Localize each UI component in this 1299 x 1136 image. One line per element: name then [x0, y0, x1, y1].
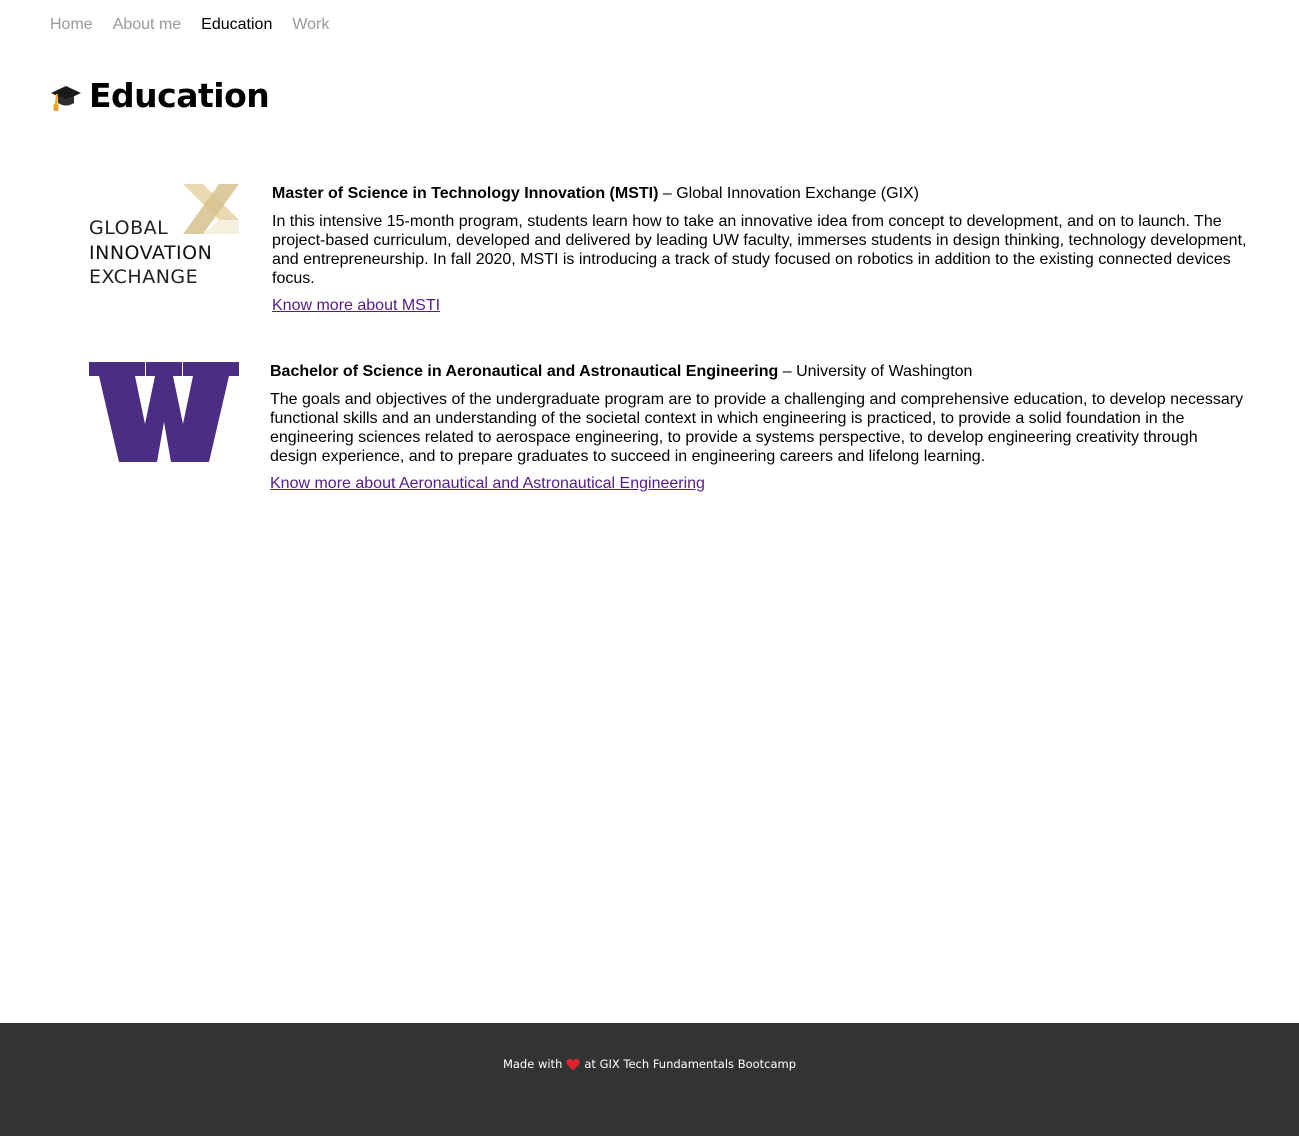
- degree-title: Master of Science in Technology Innovati…: [272, 185, 659, 202]
- separator: –: [778, 363, 797, 380]
- education-content-gix: Master of Science in Technology Innovati…: [272, 184, 1249, 315]
- degree-title: Bachelor of Science in Aeronautical and …: [270, 363, 779, 380]
- footer-text-after: at GIX Tech Fundamentals Bootcamp: [584, 1057, 797, 1071]
- page-title: Education: [89, 76, 270, 115]
- separator: –: [658, 185, 677, 202]
- uw-w-logo: [89, 362, 239, 466]
- nav-about-me[interactable]: About me: [113, 14, 181, 36]
- footer-text: Made with at GIX Tech Fundamentals Bootc…: [0, 1057, 1299, 1071]
- institution-name: Global Innovation Exchange (GIX): [676, 185, 920, 202]
- degree-description: The goals and objectives of the undergra…: [270, 391, 1244, 465]
- gix-logo-text-1: GLOBAL: [89, 217, 168, 239]
- gix-logo-text-2: INNOVATION: [89, 242, 212, 264]
- education-content-uw: Bachelor of Science in Aeronautical and …: [270, 362, 1249, 493]
- top-nav: Home About me Education Work: [50, 14, 329, 36]
- degree-description: In this intensive 15-month program, stud…: [272, 213, 1247, 287]
- footer-text-before: Made with: [502, 1057, 563, 1071]
- gix-logo: GLOBAL INNOVATION EXCHANGE: [89, 184, 239, 288]
- know-more-aa-link[interactable]: Know more about Aeronautical and Astrona…: [270, 475, 705, 492]
- graduation-cap-icon: [50, 78, 82, 114]
- gix-logo-text-3: EXCHANGE: [89, 266, 198, 288]
- page: Home About me Education Work Education G…: [0, 0, 1299, 1136]
- degree-line: Master of Science in Technology Innovati…: [272, 184, 1249, 204]
- footer: Made with at GIX Tech Fundamentals Bootc…: [0, 1023, 1299, 1136]
- nav-home[interactable]: Home: [50, 14, 93, 36]
- degree-line: Bachelor of Science in Aeronautical and …: [270, 362, 1249, 382]
- education-entry-gix: GLOBAL INNOVATION EXCHANGE Master of Sci…: [89, 184, 1249, 315]
- nav-education[interactable]: Education: [201, 14, 272, 36]
- nav-work[interactable]: Work: [292, 14, 329, 36]
- heart-icon: [566, 1058, 580, 1071]
- education-entry-uw: Bachelor of Science in Aeronautical and …: [89, 362, 1249, 493]
- page-heading: Education: [50, 76, 270, 116]
- know-more-msti-link[interactable]: Know more about MSTI: [272, 297, 440, 314]
- institution-name: University of Washington: [796, 363, 973, 380]
